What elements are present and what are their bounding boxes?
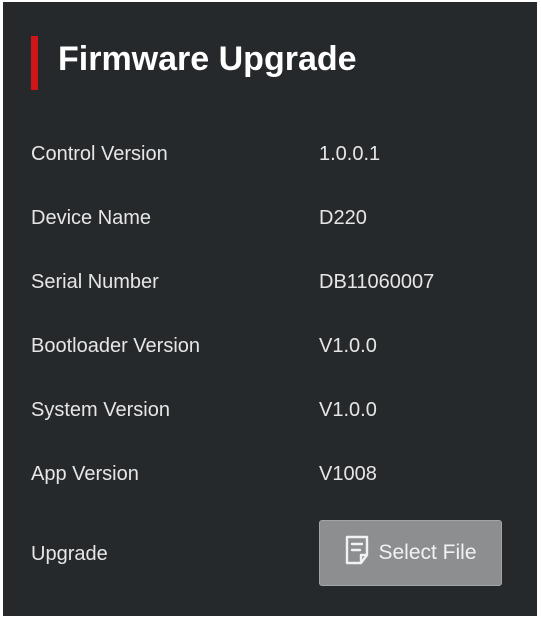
bootloader-version-label: Bootloader Version <box>31 335 201 357</box>
app-version-label: App Version <box>31 463 139 485</box>
title-accent-bar <box>31 36 38 90</box>
control-version-label: Control Version <box>31 143 168 165</box>
system-version-value: V1.0.0 <box>319 399 377 421</box>
upgrade-label: Upgrade <box>31 543 108 565</box>
document-icon <box>346 535 369 565</box>
serial-number-value: DB11060007 <box>319 271 435 293</box>
serial-number-label: Serial Number <box>31 271 159 293</box>
select-file-label: Select File <box>378 541 477 564</box>
bootloader-version-value: V1.0.0 <box>319 335 377 357</box>
device-name-value: D220 <box>319 207 367 229</box>
device-name-label: Device Name <box>31 207 152 229</box>
firmware-upgrade-panel: Firmware Upgrade Control Version 1.0.0.1… <box>3 2 537 616</box>
select-file-button[interactable]: Select File <box>319 520 502 586</box>
page-title: Firmware Upgrade <box>58 40 357 78</box>
system-version-label: System Version <box>31 399 170 421</box>
control-version-value: 1.0.0.1 <box>319 143 381 165</box>
app-version-value: V1008 <box>319 463 377 485</box>
